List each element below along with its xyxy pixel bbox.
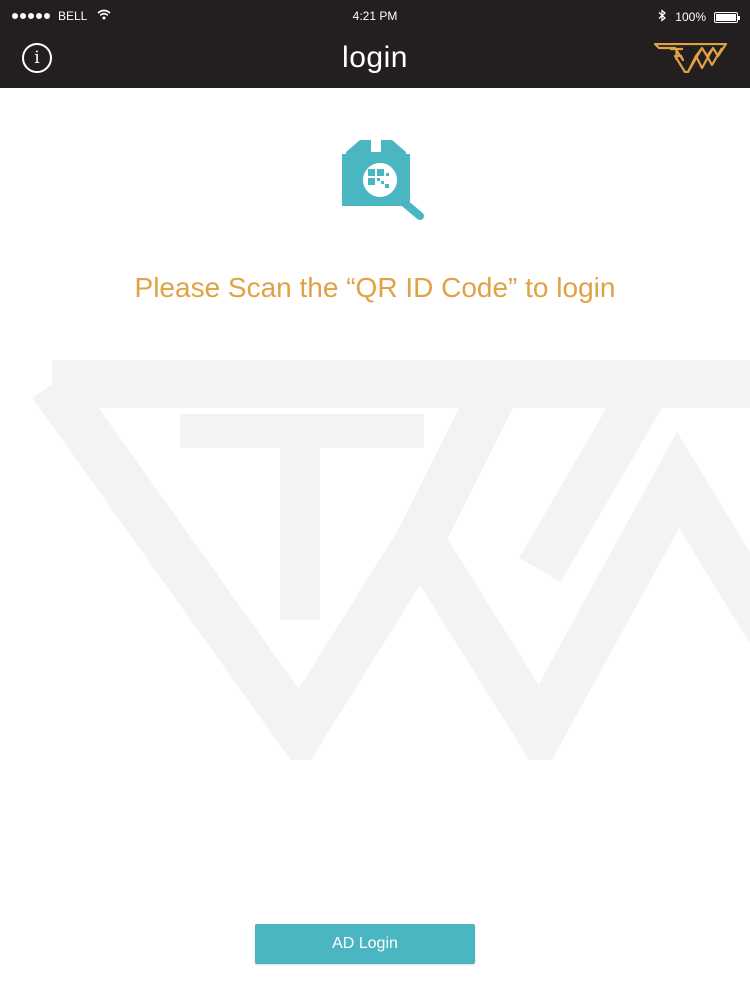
page-title: login <box>342 41 408 74</box>
battery-fill <box>716 13 736 21</box>
status-right: 100% <box>658 9 740 25</box>
ad-login-button[interactable]: AD Login <box>255 924 475 964</box>
qr-scan-icon <box>342 140 424 220</box>
brand-logo[interactable] <box>654 43 728 73</box>
battery-icon <box>714 11 740 23</box>
battery-percent: 100% <box>675 10 706 24</box>
login-content: Please Scan the “QR ID Code” to login AD… <box>0 88 750 1000</box>
top-bar: BELL 4:21 PM 100% i login <box>0 0 750 88</box>
brand-watermark <box>32 360 750 760</box>
scan-instruction: Please Scan the “QR ID Code” to login <box>134 272 616 303</box>
bluetooth-icon <box>658 9 667 25</box>
status-bar: BELL 4:21 PM 100% <box>0 0 750 32</box>
nav-bar: i login <box>0 32 750 88</box>
status-time: 4:21 PM <box>352 9 398 23</box>
